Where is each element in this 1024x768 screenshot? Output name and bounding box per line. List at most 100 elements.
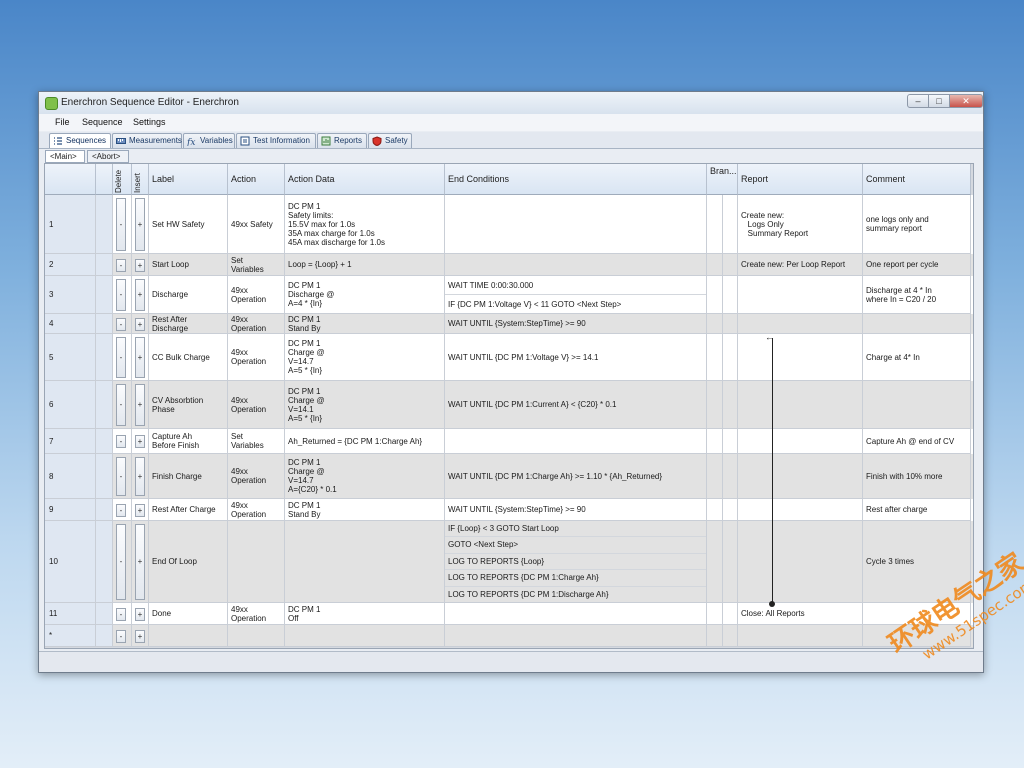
table-row[interactable]: 4 - + Rest After Discharge 49xx Operation DC … (45, 314, 973, 334)
action-cell[interactable]: Set Variables (228, 429, 285, 454)
comment-cell[interactable] (863, 381, 971, 429)
end-conditions-cell[interactable] (445, 429, 707, 454)
insert-step-button[interactable]: + (135, 279, 145, 311)
row-selector[interactable] (96, 625, 113, 647)
label-cell[interactable]: Done (149, 603, 228, 625)
delete-step-button[interactable]: - (116, 317, 126, 331)
action-cell[interactable]: 49xx Operation (228, 276, 285, 314)
branch-cell[interactable] (707, 254, 723, 276)
row-selector[interactable] (96, 314, 113, 334)
action-data-cell[interactable]: DC PM 1 Charge @ V=14.7 A={C20} * 0.1 (285, 454, 445, 499)
row-selector[interactable] (96, 381, 113, 429)
label-cell[interactable]: Rest After Charge (149, 499, 228, 521)
row-selector[interactable] (96, 429, 113, 454)
action-data-cell[interactable]: DC PM 1 Charge @ V=14.1 A=5 * {In} (285, 381, 445, 429)
action-data-cell[interactable]: DC PM 1 Stand By (285, 314, 445, 334)
report-cell[interactable]: Close: All Reports (738, 603, 863, 625)
comment-cell[interactable]: One report per cycle (863, 254, 971, 276)
branch-cell[interactable] (723, 499, 738, 521)
row-selector[interactable] (96, 334, 113, 381)
header-label[interactable]: Label (149, 164, 228, 195)
action-cell[interactable]: 49xx Operation (228, 499, 285, 521)
branch-cell[interactable] (723, 276, 738, 314)
report-cell[interactable] (738, 314, 863, 334)
action-cell[interactable]: 49xx Safety (228, 195, 285, 254)
table-row[interactable]: 8- + Finish Charge 49xx Operation DC PM 1 Ch… (45, 454, 973, 499)
row-selector[interactable] (96, 254, 113, 276)
action-cell[interactable]: 49xx Operation (228, 334, 285, 381)
branch-cell[interactable] (707, 381, 723, 429)
branch-cell[interactable] (723, 454, 738, 499)
delete-step-button[interactable]: - (116, 629, 126, 643)
tab-reports[interactable]: Reports (317, 133, 367, 148)
action-cell[interactable]: 49xx Operation (228, 381, 285, 429)
header-report[interactable]: Report (738, 164, 863, 195)
branch-cell[interactable] (707, 499, 723, 521)
branch-cell[interactable] (707, 314, 723, 334)
delete-step-button[interactable]: - (116, 279, 126, 311)
row-selector[interactable] (96, 276, 113, 314)
branch-cell[interactable] (707, 195, 723, 254)
report-cell[interactable] (738, 381, 863, 429)
insert-step-button[interactable]: + (135, 198, 145, 251)
branch-cell[interactable] (723, 195, 738, 254)
branch-cell[interactable] (707, 625, 723, 647)
comment-cell[interactable]: Rest after charge (863, 499, 971, 521)
action-cell[interactable]: Set Variables (228, 254, 285, 276)
delete-step-button[interactable]: - (116, 524, 126, 600)
label-cell[interactable]: Rest After Discharge (149, 314, 228, 334)
branch-cell[interactable] (707, 521, 723, 603)
sequence-grid[interactable]: Delete Insert Label Action Action Data E… (44, 163, 974, 649)
menu-file[interactable]: File (55, 117, 70, 127)
action-cell[interactable]: 49xx Operation (228, 603, 285, 625)
row-selector[interactable] (96, 521, 113, 603)
tab-safety[interactable]: Safety (368, 133, 412, 148)
report-cell[interactable] (738, 499, 863, 521)
branch-cell[interactable] (723, 334, 738, 381)
table-row[interactable]: 2 - + Start Loop Set Variables Loop = {Loop} … (45, 254, 973, 276)
header-comment[interactable]: Comment (863, 164, 971, 195)
minimize-button[interactable]: – (907, 94, 929, 108)
header-action[interactable]: Action (228, 164, 285, 195)
table-row[interactable]: 11 - + Done 49xx Operation DC PM 1 Off Close: … (45, 603, 973, 625)
end-conditions-cell[interactable]: WAIT UNTIL {System:StepTime} >= 90 (445, 499, 707, 521)
menu-sequence[interactable]: Sequence (82, 117, 123, 127)
comment-cell[interactable]: one logs only and summary report (863, 195, 971, 254)
delete-step-button[interactable]: - (116, 198, 126, 251)
header-end-conditions[interactable]: End Conditions (445, 164, 707, 195)
end-condition[interactable]: IF {Loop} < 3 GOTO Start Loop (445, 521, 706, 538)
action-cell[interactable]: 49xx Operation (228, 454, 285, 499)
action-data-cell[interactable]: DC PM 1 Discharge @ A=4 * {In} (285, 276, 445, 314)
table-row[interactable]: 9 - + Rest After Charge 49xx Operation DC PM … (45, 499, 973, 521)
end-condition[interactable]: LOG TO REPORTS {Loop} (445, 554, 706, 571)
end-condition[interactable]: LOG TO REPORTS {DC PM 1:Discharge Ah} (445, 587, 706, 602)
table-row[interactable]: 6- + CV Absorbtion Phase 49xx Operation DC P… (45, 381, 973, 429)
end-condition[interactable]: IF {DC PM 1:Voltage V} < 11 GOTO <Next S… (445, 295, 706, 313)
close-button[interactable]: ✕ (949, 94, 983, 108)
title-bar[interactable]: Enerchron Sequence Editor - Enerchron – … (39, 92, 983, 115)
label-cell[interactable]: CV Absorbtion Phase (149, 381, 228, 429)
menu-settings[interactable]: Settings (133, 117, 166, 127)
action-cell[interactable] (228, 521, 285, 603)
branch-cell[interactable] (723, 381, 738, 429)
insert-step-button[interactable]: + (135, 435, 145, 448)
comment-cell[interactable]: Capture Ah @ end of CV (863, 429, 971, 454)
report-cell[interactable] (738, 454, 863, 499)
action-data-cell[interactable] (285, 521, 445, 603)
insert-step-button[interactable]: + (135, 457, 145, 496)
insert-step-button[interactable]: + (135, 607, 145, 621)
label-cell[interactable]: Discharge (149, 276, 228, 314)
table-row[interactable]: 5- + CC Bulk Charge 49xx Operation DC PM 1 C… (45, 334, 973, 381)
action-data-cell[interactable] (285, 625, 445, 647)
branch-cell[interactable] (707, 603, 723, 625)
branch-cell[interactable] (723, 314, 738, 334)
report-cell[interactable] (738, 625, 863, 647)
action-data-cell[interactable]: Loop = {Loop} + 1 (285, 254, 445, 276)
comment-cell[interactable]: Discharge at 4 * In where In = C20 / 20 (863, 276, 971, 314)
insert-step-button[interactable]: + (135, 258, 145, 272)
end-condition[interactable]: LOG TO REPORTS {DC PM 1:Charge Ah} (445, 570, 706, 587)
end-conditions-cell[interactable]: WAIT UNTIL {DC PM 1:Current A} < {C20} *… (445, 381, 707, 429)
insert-step-button[interactable]: + (135, 524, 145, 600)
comment-cell[interactable] (863, 314, 971, 334)
branch-cell[interactable] (707, 454, 723, 499)
